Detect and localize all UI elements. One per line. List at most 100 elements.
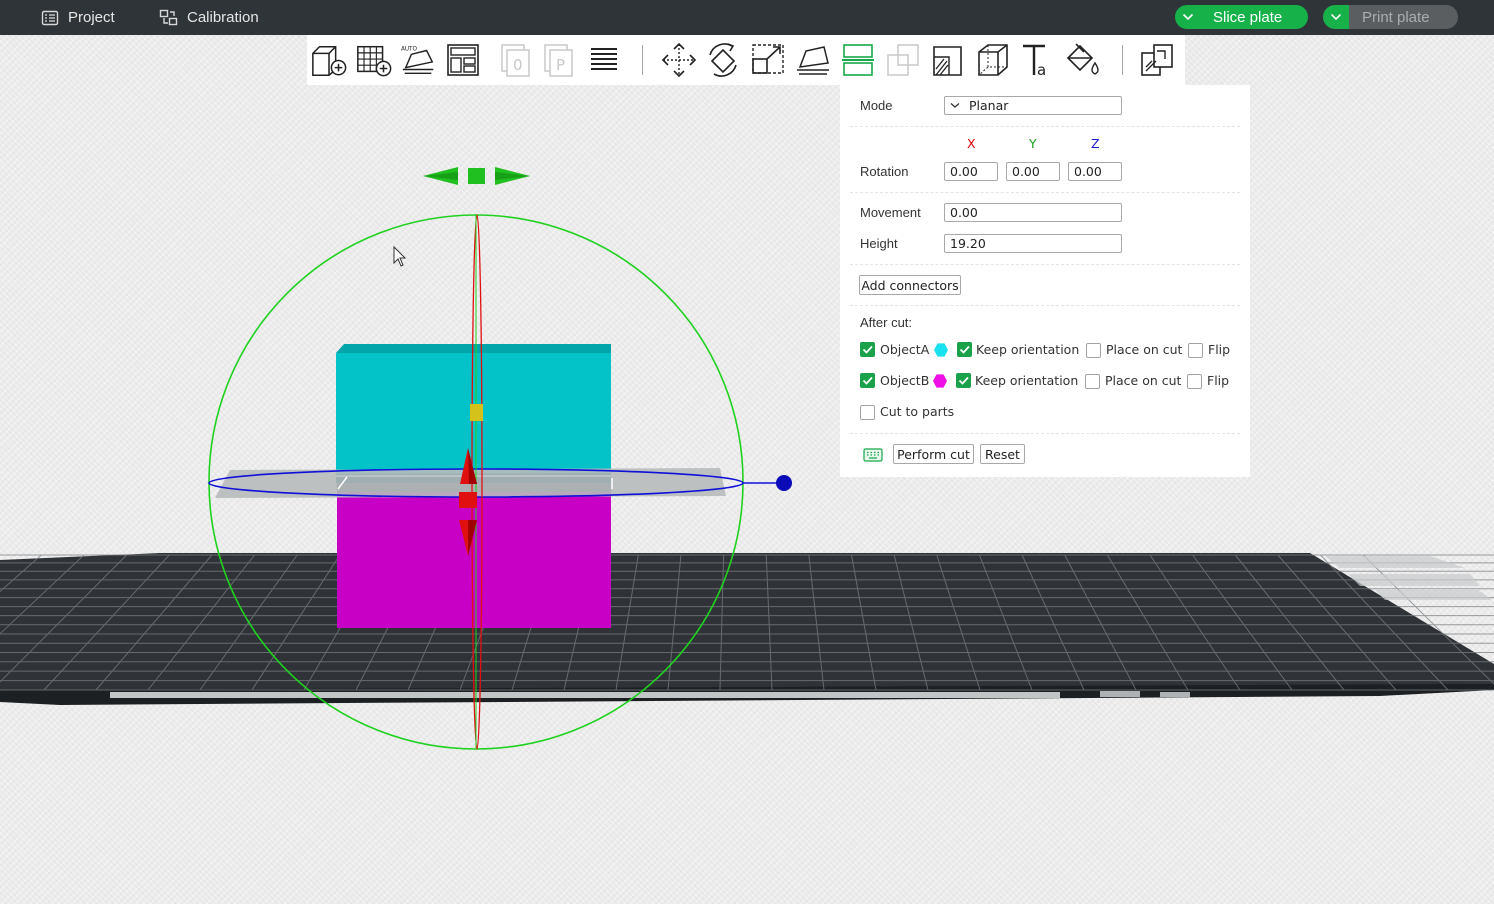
object-b-flip-label: Flip [1207,373,1230,388]
cut-settings-panel: Mode Planar X Y Z Rotation 0.00 0.00 0.0… [840,85,1250,477]
object-b-place-on-cut-checkbox[interactable] [1085,374,1100,389]
object-b-place-on-cut-label: Place on cut [1105,373,1182,388]
after-cut-label: After cut: [860,315,913,330]
mode-value: Planar [969,98,1009,113]
movement-label: Movement [860,205,921,220]
plate-p-icon: P [544,44,573,77]
calibration-tab[interactable]: Calibration [159,0,259,35]
auto-orient-icon: AUTO [401,47,434,75]
cut-plane[interactable] [208,468,792,498]
object-part-b[interactable] [337,492,611,628]
perform-cut-button[interactable]: Perform cut [893,444,974,464]
plate-0-tool[interactable]: 0 [497,41,535,79]
cut-icon [842,44,874,76]
cut-to-parts-label: Cut to parts [880,404,955,419]
keyboard-shortcuts-icon[interactable] [863,448,883,465]
move-tool[interactable] [660,41,698,79]
move-arrows-icon [661,42,697,78]
cut-tool[interactable] [839,41,877,79]
object-a-place-on-cut-checkbox[interactable] [1086,343,1101,358]
movement-input[interactable]: 0.00 [944,203,1122,222]
print-plate-button[interactable]: Print plate [1323,5,1458,29]
lay-on-face-tool[interactable] [794,41,832,79]
split-icon [887,44,919,76]
project-tab[interactable]: Project [41,0,115,35]
axis-x-label: X [967,136,976,151]
mouse-cursor-icon [393,245,407,267]
assemble-view-icon [1141,44,1173,76]
plate-zero-icon: 0 [501,44,530,77]
height-input[interactable]: 19.20 [944,234,1122,253]
auto-orient-tool[interactable]: AUTO [400,41,438,79]
top-bar: Project Calibration Slice plate Print pl… [0,0,1494,35]
mode-select[interactable]: Planar [944,96,1122,115]
plate-p-tool[interactable]: P [540,41,578,79]
slice-plate-label: Slice plate [1213,8,1283,26]
scale-tool[interactable] [749,41,787,79]
add-connectors-button[interactable]: Add connectors [859,275,961,295]
support-paint-tool[interactable] [929,41,967,79]
add-plate-tool[interactable] [355,41,393,79]
checkmark-icon [862,376,873,385]
toolbar-separator [642,45,643,75]
text-tool[interactable]: a [1019,41,1057,79]
chevron-down-icon[interactable] [1323,5,1349,29]
cut-to-parts-checkbox[interactable] [860,405,875,420]
divider [850,264,1240,265]
divider [850,433,1240,434]
assemble-view-tool[interactable] [1138,41,1176,79]
svg-text:0: 0 [513,56,523,74]
chevron-down-icon[interactable] [1175,5,1201,29]
checkmark-icon [958,376,969,385]
rotation-label: Rotation [860,164,909,179]
lay-on-face-icon [797,46,829,75]
arrange-tool[interactable] [444,41,482,79]
plane-move-handle[interactable] [423,167,530,185]
print-plate-label: Print plate [1362,8,1430,26]
object-a-flip-checkbox[interactable] [1188,343,1203,358]
checkmark-icon [959,345,970,354]
add-object-tool[interactable] [310,41,348,79]
rotate-tool[interactable] [704,41,742,79]
scale-icon [752,44,784,74]
reset-button[interactable]: Reset [980,444,1025,464]
plane-rotate-handle [776,475,792,491]
object-b-keep-orientation-label: Keep orientation [975,373,1079,388]
layers-tool[interactable] [585,41,623,79]
cube-icon [978,44,1008,76]
rotation-x-input[interactable]: 0.00 [944,162,998,181]
object-a-keep-orientation-checkbox[interactable] [957,342,972,357]
rotate-icon [709,43,737,77]
split-tool[interactable] [884,41,922,79]
rotation-z-input[interactable]: 0.00 [1068,162,1122,181]
support-paint-icon [933,46,962,76]
object-a-flip-label: Flip [1208,342,1231,357]
chevron-down-icon [950,103,960,108]
svg-text:AUTO: AUTO [401,47,418,53]
arrange-icon [447,44,479,76]
calibration-label: Calibration [187,9,259,26]
add-plate-icon [357,45,392,77]
layers-icon [591,48,617,70]
viewport-3d[interactable] [0,0,1494,904]
color-paint-tool[interactable] [1064,41,1102,79]
object-b-label: ObjectB [880,373,930,388]
assembly-tool[interactable] [974,41,1012,79]
slice-plate-button[interactable]: Slice plate [1175,5,1308,29]
toolbar-separator [1122,45,1123,75]
project-icon [41,10,59,25]
rotation-y-input[interactable]: 0.00 [1006,162,1060,181]
divider [850,192,1240,193]
axis-y-label: Y [1029,136,1037,151]
divider [850,126,1240,127]
object-a-keep-orientation-label: Keep orientation [976,342,1080,357]
object-b-keep-orientation-checkbox[interactable] [956,373,971,388]
height-label: Height [860,236,898,251]
object-b-checkbox[interactable] [860,373,875,388]
object-a-checkbox[interactable] [860,342,875,357]
add-cube-icon [312,45,347,76]
divider [850,305,1240,306]
object-a-label: ObjectA [880,342,930,357]
object-b-flip-checkbox[interactable] [1187,374,1202,389]
axis-z-label: Z [1091,136,1100,151]
